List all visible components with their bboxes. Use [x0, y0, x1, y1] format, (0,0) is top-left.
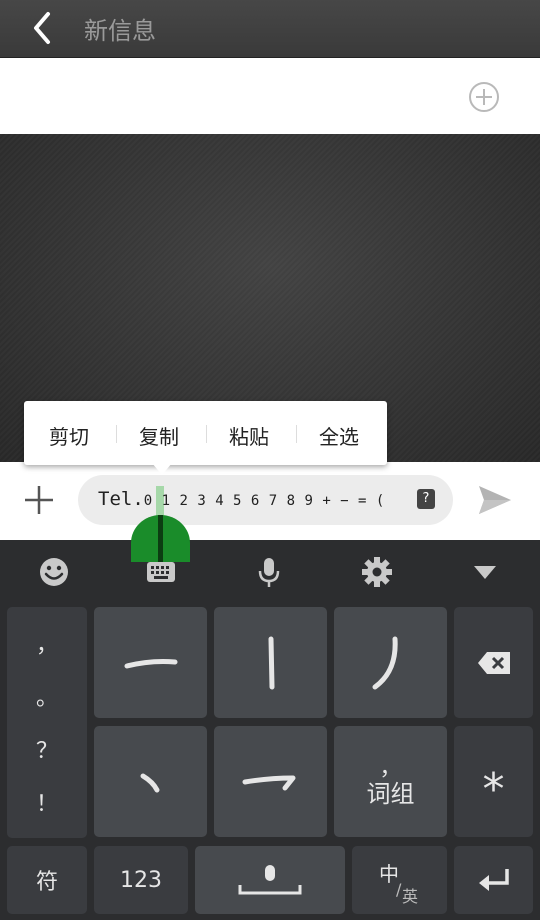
chevron-left-icon[interactable]: [24, 8, 64, 48]
microphone-icon[interactable]: [252, 555, 286, 589]
menu-item-cut[interactable]: 剪切: [49, 421, 89, 450]
punct-question: ？: [35, 738, 58, 764]
stroke-heng-glyph: [124, 658, 177, 668]
input-prefix: Tel.: [98, 488, 144, 510]
stroke-key-dian[interactable]: [94, 726, 207, 837]
symbol-key[interactable]: 符: [7, 846, 87, 914]
language-toggle-key[interactable]: 中 / 英: [352, 846, 447, 914]
lang-slash: /: [396, 880, 402, 899]
punctuation-column-key[interactable]: ， 。 ？ ！: [7, 607, 87, 838]
backspace-icon: [477, 651, 510, 674]
delete-key[interactable]: [454, 607, 533, 718]
menu-divider: [206, 425, 207, 443]
help-badge[interactable]: ?: [417, 489, 435, 509]
space-key[interactable]: [195, 846, 345, 914]
space-mic-icon: [238, 865, 302, 895]
page-title: 新信息: [84, 17, 156, 45]
enter-icon: [478, 869, 509, 891]
app-header: 新信息: [0, 0, 540, 58]
plus-icon[interactable]: [22, 483, 56, 517]
input-value: 0 1 2 3 4 5 6 7 8 9 + − = (: [143, 493, 385, 509]
stroke-key-heng[interactable]: [94, 607, 207, 718]
lang-alt-label: 英: [402, 887, 419, 906]
menu-item-copy[interactable]: 复制: [139, 421, 179, 450]
menu-item-paste[interactable]: 粘贴: [229, 421, 269, 450]
enter-key[interactable]: [454, 846, 533, 914]
word-group-key[interactable]: ， 词组: [334, 726, 447, 837]
stroke-key-shu[interactable]: [214, 607, 327, 718]
settings-icon[interactable]: [360, 555, 394, 589]
punct-period: 。: [35, 686, 58, 712]
collapse-keyboard-icon[interactable]: [468, 555, 502, 589]
menu-item-select-all[interactable]: 全选: [319, 421, 359, 450]
star-key[interactable]: *: [454, 726, 533, 837]
stroke-pie-glyph: [372, 636, 398, 689]
plus-circle-icon[interactable]: [467, 80, 501, 114]
stroke-shu-glyph: [268, 636, 274, 689]
keyboard-toolbar: [0, 540, 540, 602]
stroke-key-zhe[interactable]: [214, 726, 327, 837]
cursor-drag-handle[interactable]: [131, 515, 190, 562]
word-key-label: 词组: [366, 779, 415, 808]
stroke-key-pie[interactable]: [334, 607, 447, 718]
emoji-icon[interactable]: [37, 555, 71, 589]
number-key[interactable]: 123: [94, 846, 188, 914]
punct-exclaim: ！: [35, 791, 58, 817]
punct-comma: ，: [35, 633, 58, 659]
text-context-menu: 剪切 复制 粘贴 全选: [24, 401, 387, 475]
menu-divider: [116, 425, 117, 443]
recipient-field[interactable]: [0, 58, 540, 134]
word-key-comma: ，: [379, 755, 402, 781]
stroke-dian-glyph: [140, 773, 159, 792]
stroke-zhe-glyph: [242, 775, 295, 790]
message-input-text: Tel.0 1 2 3 4 5 6 7 8 9 + − = (: [98, 488, 385, 510]
menu-divider: [296, 425, 297, 443]
send-icon[interactable]: [475, 480, 515, 520]
